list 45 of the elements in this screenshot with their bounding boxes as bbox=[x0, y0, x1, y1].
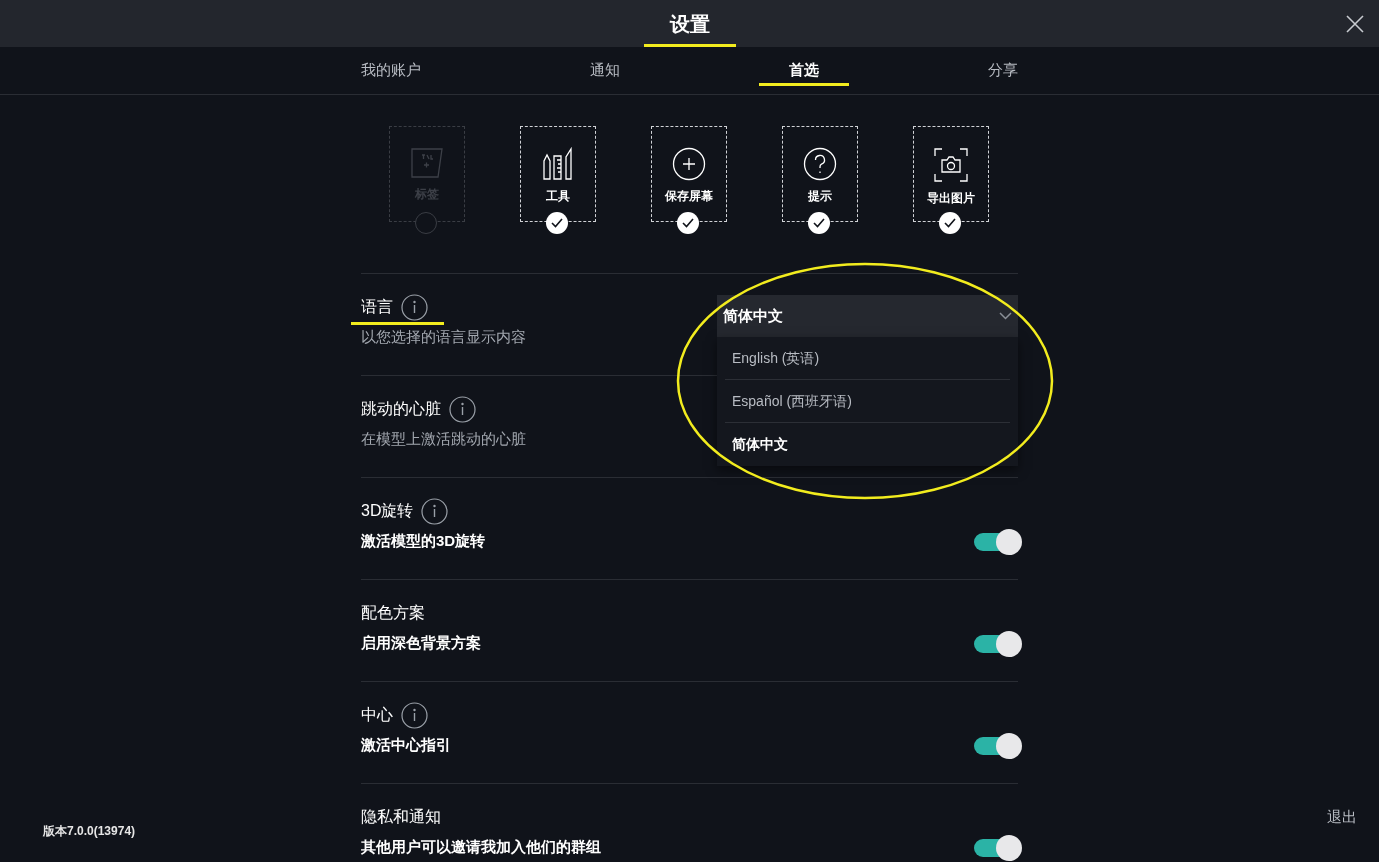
tab-card-icon bbox=[410, 147, 444, 179]
setting-description: 其他用户可以邀请我加入他们的群组 bbox=[361, 837, 601, 857]
setting-title: 隐私和通知 bbox=[361, 807, 441, 827]
setting-title: 3D旋转 bbox=[361, 501, 414, 521]
feature-label: 提示 bbox=[808, 188, 832, 205]
setting-title: 中心 bbox=[361, 705, 393, 725]
language-dropdown[interactable]: 简体中文 bbox=[717, 295, 1018, 337]
toggle-switch[interactable] bbox=[974, 631, 1022, 657]
help-icon bbox=[803, 147, 837, 181]
setting-title: 跳动的心脏 bbox=[361, 399, 441, 419]
setting-description: 激活中心指引 bbox=[361, 735, 451, 755]
toggle-switch[interactable] bbox=[974, 529, 1022, 555]
toggle-switch[interactable] bbox=[974, 835, 1022, 861]
info-icon[interactable] bbox=[449, 395, 476, 423]
info-icon[interactable] bbox=[401, 293, 428, 321]
feature-label: 工具 bbox=[546, 188, 570, 205]
feature-label: 导出图片 bbox=[927, 190, 975, 207]
info-icon[interactable] bbox=[421, 497, 449, 525]
setting-description: 在模型上激活跳动的心脏 bbox=[361, 429, 526, 449]
dropdown-option[interactable]: Español (西班牙语) bbox=[725, 380, 1010, 423]
tab[interactable]: 首选 bbox=[759, 47, 849, 94]
setting-title: 配色方案 bbox=[361, 603, 425, 623]
setting-description: 启用深色背景方案 bbox=[361, 633, 481, 653]
dropdown-option[interactable]: English (英语) bbox=[725, 337, 1010, 380]
camera-icon bbox=[933, 147, 969, 183]
plus-circle-icon bbox=[672, 147, 706, 181]
tab[interactable]: 我的账户 bbox=[331, 47, 451, 94]
checkmark-icon[interactable] bbox=[808, 212, 830, 234]
checkmark-icon[interactable] bbox=[677, 212, 699, 234]
setting-description: 激活模型的3D旋转 bbox=[361, 531, 486, 551]
window-title: 设置 bbox=[668, 11, 711, 37]
setting-description: 以您选择的语言显示内容 bbox=[361, 327, 526, 347]
logout-link[interactable]: 退出 bbox=[1327, 805, 1357, 828]
setting-title: 语言 bbox=[361, 297, 393, 317]
tab[interactable]: 通知 bbox=[560, 47, 650, 94]
version-text: 版本7.0.0(13974) bbox=[43, 823, 137, 840]
checkmark-icon[interactable] bbox=[546, 212, 568, 234]
info-icon[interactable] bbox=[401, 701, 428, 729]
dropdown-option[interactable]: 简体中文 bbox=[725, 423, 1010, 466]
feature-label: 保存屏幕 bbox=[665, 188, 713, 205]
pencil-ruler-icon bbox=[541, 147, 575, 181]
tab[interactable]: 分享 bbox=[958, 47, 1048, 94]
checkmark-icon[interactable] bbox=[939, 212, 961, 234]
toggle-switch[interactable] bbox=[974, 733, 1022, 759]
chevron-down-icon bbox=[999, 312, 1012, 320]
